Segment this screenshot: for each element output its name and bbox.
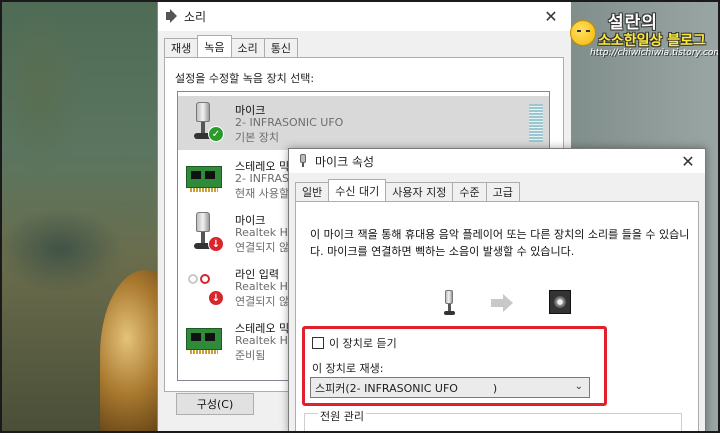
chevron-down-icon: ⌄ xyxy=(574,381,583,392)
level-meter xyxy=(529,104,543,142)
playback-device-value: 스피커(2- INFRASONIC UFO ) xyxy=(315,381,498,395)
tab-playback[interactable]: 재생 xyxy=(164,38,199,57)
properties-tabs: 일반 수신 대기 사용자 지정 수준 고급 xyxy=(295,179,520,202)
device-status: 연결되지 않 xyxy=(235,241,290,254)
listen-checkbox-label: 이 장치로 듣기 xyxy=(329,337,397,350)
sound-card-icon xyxy=(184,158,226,200)
tab-advanced[interactable]: 고급 xyxy=(485,182,520,201)
smiley-icon xyxy=(570,20,596,46)
properties-titlebar[interactable]: 마이크 속성 ✕ xyxy=(289,149,705,173)
watermark-url: http://chiwichiwia.tistory.com xyxy=(590,48,720,58)
tab-levels[interactable]: 수준 xyxy=(452,182,487,201)
power-management-label: 전원 관리 xyxy=(318,408,366,424)
properties-close-button[interactable]: ✕ xyxy=(671,149,705,173)
watermark-subtitle: 소소한일상 블로그 xyxy=(598,33,706,49)
tab-listen[interactable]: 수신 대기 xyxy=(328,179,387,201)
device-item-microphone[interactable]: ✓ 마이크 2- INFRASONIC UFO 기본 장치 xyxy=(178,96,549,150)
tab-communications[interactable]: 통신 xyxy=(263,38,298,57)
listen-checkbox[interactable] xyxy=(312,337,324,349)
sound-window-close-button[interactable]: ✕ xyxy=(531,1,571,31)
device-status: 기본 장치 xyxy=(235,131,279,144)
sound-window-title: 소리 xyxy=(184,9,207,24)
check-icon: ✓ xyxy=(208,126,224,142)
device-status: 준비됨 xyxy=(235,349,266,362)
speaker-icon xyxy=(166,9,178,23)
playback-device-select[interactable]: 스피커(2- INFRASONIC UFO ) ⌄ xyxy=(310,377,590,398)
microphone-icon xyxy=(297,154,309,168)
speaker-icon xyxy=(549,290,571,314)
recording-instruction: 설정을 수정할 녹음 장치 선택: xyxy=(175,72,315,85)
sound-window-titlebar[interactable]: 소리 ✕ xyxy=(158,1,571,31)
line-in-jack-icon: ↓ xyxy=(184,266,226,308)
listen-description: 이 마이크 잭을 통해 휴대용 음악 플레이어 또는 다른 장치의 소리를 들을… xyxy=(310,228,690,258)
down-arrow-icon: ↓ xyxy=(208,236,224,252)
microphone-icon: ✓ xyxy=(184,102,226,144)
tab-recording[interactable]: 녹음 xyxy=(197,35,232,57)
tab-general[interactable]: 일반 xyxy=(295,182,330,201)
down-arrow-icon: ↓ xyxy=(208,290,224,306)
playback-device-label: 이 장치로 재생: xyxy=(312,362,384,375)
tab-sounds[interactable]: 소리 xyxy=(230,38,265,57)
microphone-icon: ↓ xyxy=(184,212,226,254)
tab-custom[interactable]: 사용자 지정 xyxy=(385,182,454,201)
sound-card-icon xyxy=(184,320,226,362)
device-driver: 2- INFRASONIC UFO xyxy=(235,116,344,129)
device-status: 연결되지 않 xyxy=(235,295,290,308)
properties-title: 마이크 속성 xyxy=(315,154,375,169)
sound-tabs: 재생 녹음 소리 통신 xyxy=(164,35,298,58)
listen-checkbox-row[interactable]: 이 장치로 듣기 xyxy=(312,335,397,351)
configure-button[interactable]: 구성(C) xyxy=(176,393,254,415)
listen-flow-diagram xyxy=(441,288,581,318)
device-status: 현재 사용할 xyxy=(235,187,290,200)
blog-watermark: 설란의 소소한일상 블로그 http://chiwichiwia.tistory… xyxy=(568,6,720,62)
